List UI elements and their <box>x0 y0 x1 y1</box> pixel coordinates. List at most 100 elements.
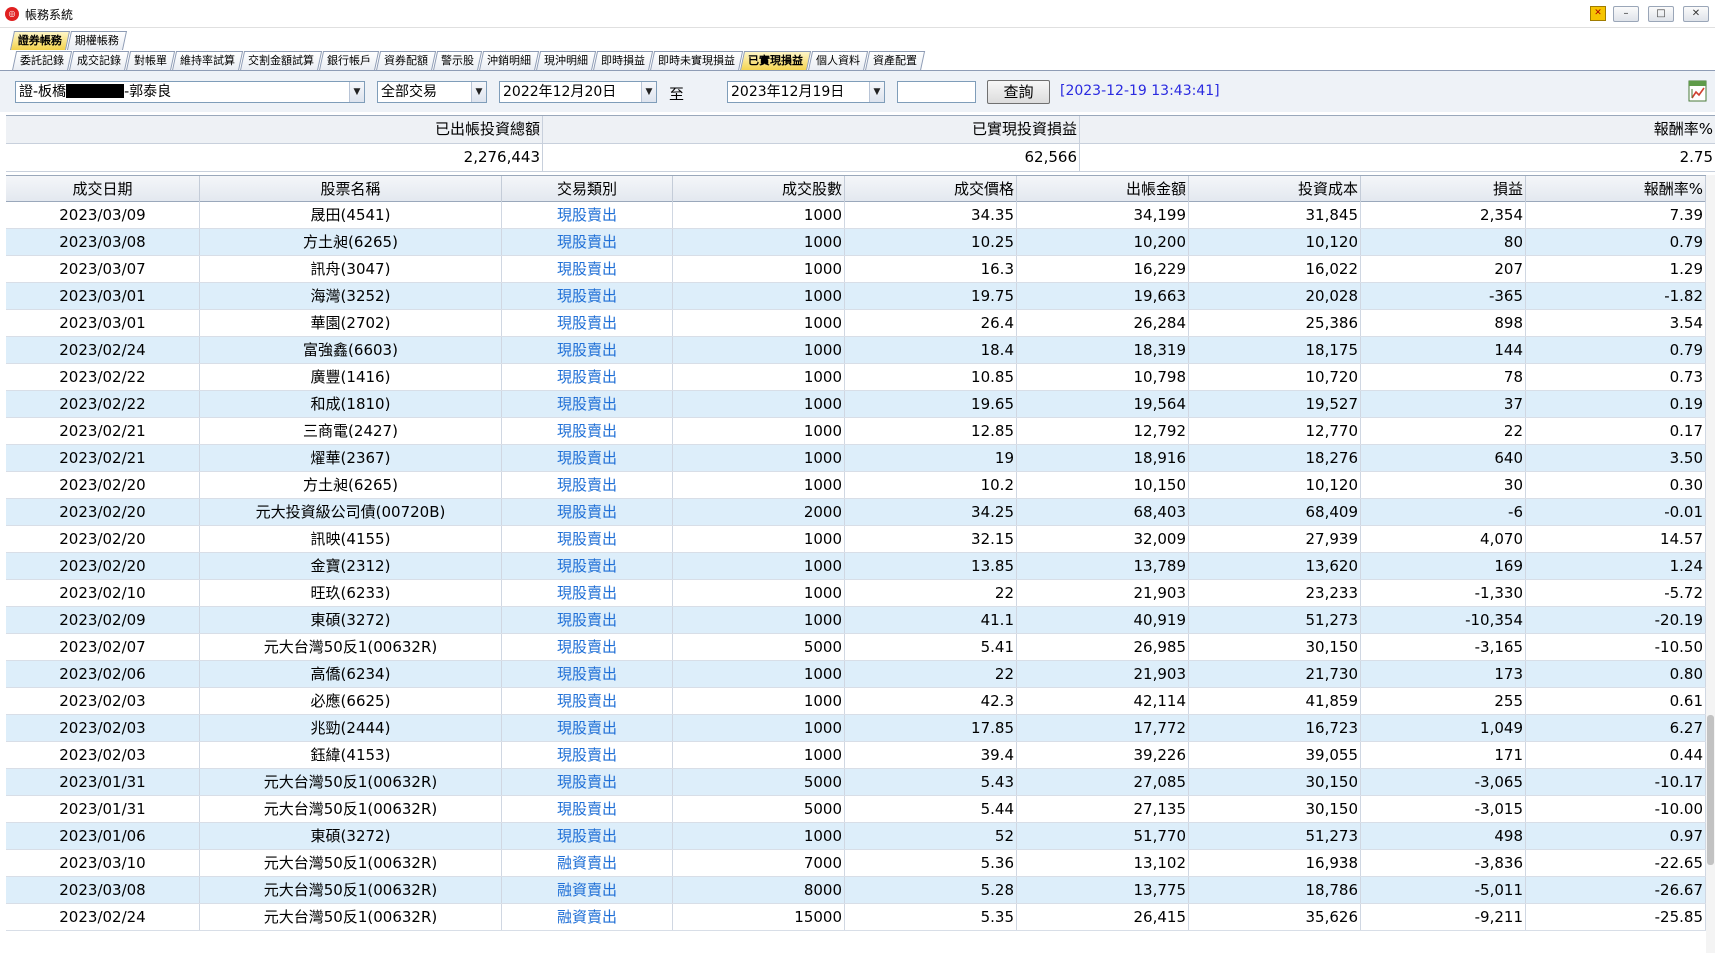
cell-trade-type[interactable]: 現股賣出 <box>502 202 673 228</box>
table-row[interactable]: 2023/02/07 元大台灣50反1(00632R) 現股賣出 5000 5.41 26… <box>6 634 1706 661</box>
column-header-trade-date[interactable]: 成交日期 <box>6 176 200 202</box>
table-row[interactable]: 2023/02/03 必應(6625) 現股賣出 1000 42.3 42,114 41,8… <box>6 688 1706 715</box>
flag-icon[interactable]: ✕ <box>1590 6 1606 21</box>
chevron-down-icon[interactable]: ▼ <box>471 82 486 102</box>
cell-trade-type[interactable]: 現股賣出 <box>502 553 673 579</box>
column-header-settlement-amount[interactable]: 出帳金額 <box>1017 176 1189 202</box>
cell-trade-type[interactable]: 現股賣出 <box>502 364 673 390</box>
cell-trade-date: 2023/03/09 <box>6 202 200 228</box>
cell-trade-type[interactable]: 融資賣出 <box>502 904 673 930</box>
table-row[interactable]: 2023/02/20 訊映(4155) 現股賣出 1000 32.15 32,009 27,… <box>6 526 1706 553</box>
cell-trade-type[interactable]: 現股賣出 <box>502 472 673 498</box>
column-header-shares[interactable]: 成交股數 <box>673 176 845 202</box>
cell-trade-type[interactable]: 現股賣出 <box>502 796 673 822</box>
cell-trade-type[interactable]: 現股賣出 <box>502 445 673 471</box>
cell-trade-type[interactable]: 現股賣出 <box>502 310 673 336</box>
tab-sub-13[interactable]: 個人資料 <box>807 51 869 71</box>
cell-trade-type[interactable]: 現股賣出 <box>502 607 673 633</box>
cell-trade-type[interactable]: 現股賣出 <box>502 337 673 363</box>
cell-trade-type[interactable]: 現股賣出 <box>502 391 673 417</box>
tab-sub-5[interactable]: 銀行帳戶 <box>318 51 380 71</box>
cell-trade-type[interactable]: 現股賣出 <box>502 229 673 255</box>
tab-sub-12[interactable]: 已實現損益 <box>739 51 812 71</box>
column-header-profit-loss[interactable]: 損益 <box>1361 176 1526 202</box>
cell-trade-type[interactable]: 融資賣出 <box>502 877 673 903</box>
tab-sub-14[interactable]: 資產配置 <box>864 51 926 71</box>
cell-trade-type[interactable]: 現股賣出 <box>502 418 673 444</box>
table-row[interactable]: 2023/02/24 元大台灣50反1(00632R) 融資賣出 15000 5.35 2… <box>6 904 1706 931</box>
tab-sub-10[interactable]: 即時損益 <box>592 51 654 71</box>
table-row[interactable]: 2023/02/21 燿華(2367) 現股賣出 1000 19 18,916 18,276… <box>6 445 1706 472</box>
table-row[interactable]: 2023/02/22 和成(1810) 現股賣出 1000 19.65 19,564 19,… <box>6 391 1706 418</box>
account-select[interactable]: 證-板橋 -郭泰良 ▼ <box>15 81 365 103</box>
cell-trade-type[interactable]: 現股賣出 <box>502 256 673 282</box>
chevron-down-icon[interactable]: ▼ <box>641 82 656 102</box>
table-row[interactable]: 2023/01/31 元大台灣50反1(00632R) 現股賣出 5000 5.43 27… <box>6 769 1706 796</box>
scrollbar-thumb[interactable] <box>1707 715 1714 865</box>
cell-trade-type[interactable]: 現股賣出 <box>502 742 673 768</box>
minimize-button[interactable]: – <box>1613 6 1639 22</box>
end-date-picker[interactable]: 2023年12月19日 ▼ <box>727 81 885 103</box>
vertical-scrollbar[interactable] <box>1706 175 1715 953</box>
table-row[interactable]: 2023/03/07 訊舟(3047) 現股賣出 1000 16.3 16,229 16,0… <box>6 256 1706 283</box>
tab-sub-6[interactable]: 資券配額 <box>375 51 437 71</box>
table-row[interactable]: 2023/01/06 東碩(3272) 現股賣出 1000 52 51,770 51,273… <box>6 823 1706 850</box>
table-row[interactable]: 2023/02/22 廣豐(1416) 現股賣出 1000 10.85 10,798 10,… <box>6 364 1706 391</box>
table-row[interactable]: 2023/03/08 方土昶(6265) 現股賣出 1000 10.25 10,200 10… <box>6 229 1706 256</box>
table-row[interactable]: 2023/02/21 三商電(2427) 現股賣出 1000 12.85 12,792 12… <box>6 418 1706 445</box>
chevron-down-icon[interactable]: ▼ <box>349 82 364 102</box>
tab-top-1[interactable]: 期權帳務 <box>66 31 128 50</box>
table-row[interactable]: 2023/02/20 元大投資級公司債(00720B) 現股賣出 2000 34.25 6… <box>6 499 1706 526</box>
tab-sub-9[interactable]: 現沖明細 <box>535 51 597 71</box>
table-row[interactable]: 2023/02/20 方土昶(6265) 現股賣出 1000 10.2 10,150 10,… <box>6 472 1706 499</box>
table-row[interactable]: 2023/02/20 金寶(2312) 現股賣出 1000 13.85 13,789 13,… <box>6 553 1706 580</box>
close-button[interactable]: ✕ <box>1683 6 1709 22</box>
table-row[interactable]: 2023/02/03 兆勁(2444) 現股賣出 1000 17.85 17,772 16,… <box>6 715 1706 742</box>
tab-sub-7[interactable]: 警示股 <box>432 51 483 71</box>
column-header-return-rate[interactable]: 報酬率% <box>1526 176 1706 202</box>
tab-sub-11[interactable]: 即時未實現損益 <box>649 51 744 71</box>
table-row[interactable]: 2023/02/10 旺玖(6233) 現股賣出 1000 22 21,903 23,233… <box>6 580 1706 607</box>
cell-trade-type[interactable]: 融資賣出 <box>502 850 673 876</box>
table-row[interactable]: 2023/02/24 富強鑫(6603) 現股賣出 1000 18.4 18,319 18,… <box>6 337 1706 364</box>
cell-trade-type[interactable]: 現股賣出 <box>502 580 673 606</box>
table-row[interactable]: 2023/03/08 元大台灣50反1(00632R) 融資賣出 8000 5.28 13… <box>6 877 1706 904</box>
start-date-picker[interactable]: 2022年12月20日 ▼ <box>499 81 657 103</box>
cell-trade-type[interactable]: 現股賣出 <box>502 688 673 714</box>
cell-trade-type[interactable]: 現股賣出 <box>502 715 673 741</box>
tab-sub-8[interactable]: 沖銷明細 <box>478 51 540 71</box>
query-button[interactable]: 查詢 <box>987 80 1050 104</box>
cell-trade-type[interactable]: 現股賣出 <box>502 499 673 525</box>
table-row[interactable]: 2023/01/31 元大台灣50反1(00632R) 現股賣出 5000 5.44 27… <box>6 796 1706 823</box>
cell-trade-type[interactable]: 現股賣出 <box>502 526 673 552</box>
cell-trade-type[interactable]: 現股賣出 <box>502 769 673 795</box>
tab-top-0[interactable]: 證券帳務 <box>9 31 71 50</box>
extra-input[interactable] <box>897 81 976 103</box>
excel-export-icon[interactable] <box>1686 79 1710 103</box>
column-header-price[interactable]: 成交價格 <box>845 176 1017 202</box>
cell-settlement-amount: 27,085 <box>1017 769 1189 795</box>
table-row[interactable]: 2023/03/10 元大台灣50反1(00632R) 融資賣出 7000 5.36 13… <box>6 850 1706 877</box>
table-row[interactable]: 2023/03/01 華園(2702) 現股賣出 1000 26.4 26,284 25,3… <box>6 310 1706 337</box>
chevron-down-icon[interactable]: ▼ <box>869 82 884 102</box>
tab-sub-2[interactable]: 對帳單 <box>125 51 176 71</box>
trade-type-select[interactable]: 全部交易 ▼ <box>377 81 487 103</box>
cell-trade-type[interactable]: 現股賣出 <box>502 283 673 309</box>
table-row[interactable]: 2023/02/09 東碩(3272) 現股賣出 1000 41.1 40,919 51,2… <box>6 607 1706 634</box>
table-row[interactable]: 2023/03/09 晟田(4541) 現股賣出 1000 34.35 34,199 31,… <box>6 202 1706 229</box>
cell-trade-type[interactable]: 現股賣出 <box>502 823 673 849</box>
tab-sub-0[interactable]: 委託記錄 <box>11 51 73 71</box>
tab-sub-1[interactable]: 成交記錄 <box>68 51 130 71</box>
cell-trade-type[interactable]: 現股賣出 <box>502 634 673 660</box>
column-header-trade-type[interactable]: 交易類別 <box>502 176 673 202</box>
tab-sub-3[interactable]: 維持率試算 <box>171 51 244 71</box>
column-header-cost[interactable]: 投資成本 <box>1189 176 1361 202</box>
table-row[interactable]: 2023/02/06 高僑(6234) 現股賣出 1000 22 21,903 21,730… <box>6 661 1706 688</box>
table-row[interactable]: 2023/02/03 鈺緯(4153) 現股賣出 1000 39.4 39,226 39,0… <box>6 742 1706 769</box>
cell-shares: 1000 <box>673 310 845 336</box>
column-header-stock-name[interactable]: 股票名稱 <box>200 176 502 202</box>
table-row[interactable]: 2023/03/01 海灣(3252) 現股賣出 1000 19.75 19,663 20,… <box>6 283 1706 310</box>
tab-sub-4[interactable]: 交割金額試算 <box>239 51 323 71</box>
cell-trade-type[interactable]: 現股賣出 <box>502 661 673 687</box>
maximize-button[interactable]: □ <box>1648 6 1674 22</box>
